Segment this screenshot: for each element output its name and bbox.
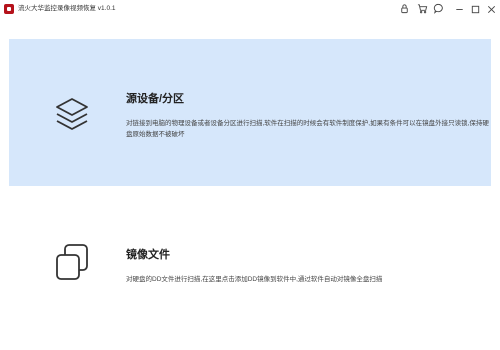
- layers-icon: [53, 95, 91, 133]
- chat-icon[interactable]: [432, 2, 445, 15]
- card-description: 对硬盘的DD文件进行扫描,在这里点击添加DD镜像到软件中,通过软件自动对镜像全盘…: [126, 276, 383, 283]
- image-file-card[interactable]: 镜像文件 对硬盘的DD文件进行扫描,在这里点击添加DD镜像到软件中,通过软件自动…: [9, 200, 491, 330]
- cart-icon[interactable]: [416, 2, 429, 15]
- minimize-icon: [456, 9, 463, 10]
- minimize-button[interactable]: [454, 2, 467, 15]
- close-button[interactable]: [486, 2, 499, 15]
- copy-icon: [53, 242, 91, 282]
- window-title: 流火大华监控录像视频恢复 v1.0.1: [18, 5, 116, 12]
- lock-icon[interactable]: [398, 2, 411, 15]
- maximize-button[interactable]: [470, 2, 483, 15]
- close-icon: [487, 5, 496, 14]
- app-logo-icon: [4, 4, 14, 14]
- title-bar: 流火大华监控录像视频恢复 v1.0.1: [0, 0, 500, 18]
- card-description: 对链接到电脑的物理设备或者设备分区进行扫描,软件在扫描的时候会有软件制度保护,如…: [126, 120, 489, 138]
- card-title: 镜像文件: [126, 249, 170, 261]
- card-title: 源设备/分区: [126, 93, 185, 105]
- maximize-icon: [471, 5, 480, 14]
- source-device-card[interactable]: 源设备/分区 对链接到电脑的物理设备或者设备分区进行扫描,软件在扫描的时候会有软…: [9, 39, 491, 186]
